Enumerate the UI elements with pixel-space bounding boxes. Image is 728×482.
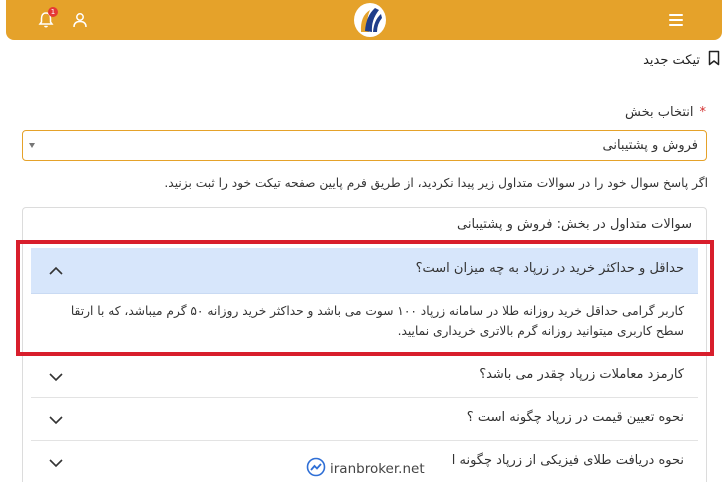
faq-title: سوالات متداول در بخش: فروش و پشتیبانی bbox=[457, 217, 692, 232]
faq-question-1: حداقل و حداکثر خرید در زرپاد به چه میزان… bbox=[415, 261, 684, 276]
watermark-text: iranbroker.net bbox=[330, 461, 425, 477]
faq-answer-1: کاربر گرامی حداقل خرید روزانه طلا در سام… bbox=[70, 304, 684, 338]
faq-question-4: نحوه دریافت طلای فیزیکی از زرپاد چگونه ا bbox=[451, 453, 684, 468]
top-header: 1 bbox=[6, 0, 722, 40]
page-title-text: تیکت جدید bbox=[643, 52, 700, 68]
section-select[interactable]: فروش و پشتیبانی bbox=[22, 130, 707, 161]
required-mark: * bbox=[699, 105, 707, 120]
trend-chart-icon bbox=[306, 457, 326, 481]
faq-item-3[interactable]: نحوه تعیین قیمت در زرپاد چگونه است ؟ bbox=[31, 398, 698, 441]
section-select-value: فروش و پشتیبانی bbox=[602, 138, 698, 153]
faq-question-3: نحوه تعیین قیمت در زرپاد چگونه است ؟ bbox=[466, 410, 684, 425]
faq-question-2: کارمزد معاملات زرپاد چقدر می باشد؟ bbox=[479, 367, 684, 382]
chevron-up-icon bbox=[49, 266, 63, 275]
watermark: iranbroker.net bbox=[306, 457, 425, 481]
section-label-text: انتخاب بخش bbox=[625, 105, 694, 120]
bell-icon[interactable]: 1 bbox=[36, 7, 58, 30]
hamburger-menu-icon[interactable] bbox=[666, 10, 686, 30]
notification-badge: 1 bbox=[48, 7, 58, 17]
user-icon[interactable] bbox=[70, 10, 90, 30]
page-title: تیکت جدید bbox=[643, 50, 720, 70]
chevron-down-icon bbox=[49, 416, 63, 425]
section-label: * انتخاب بخش bbox=[625, 105, 706, 120]
faq-hint-text: اگر پاسخ سوال خود را در سوالات متداول زی… bbox=[164, 176, 708, 190]
faq-item-1-header[interactable]: حداقل و حداکثر خرید در زرپاد به چه میزان… bbox=[31, 248, 698, 294]
zarpad-logo[interactable] bbox=[351, 2, 389, 38]
bookmark-icon bbox=[708, 50, 720, 70]
chevron-down-icon bbox=[49, 459, 63, 468]
dropdown-arrow-icon bbox=[29, 143, 35, 148]
faq-item-2[interactable]: کارمزد معاملات زرپاد چقدر می باشد؟ bbox=[31, 355, 698, 398]
faq-panel: سوالات متداول در بخش: فروش و پشتیبانی حد… bbox=[22, 207, 707, 482]
chevron-down-icon bbox=[49, 373, 63, 382]
